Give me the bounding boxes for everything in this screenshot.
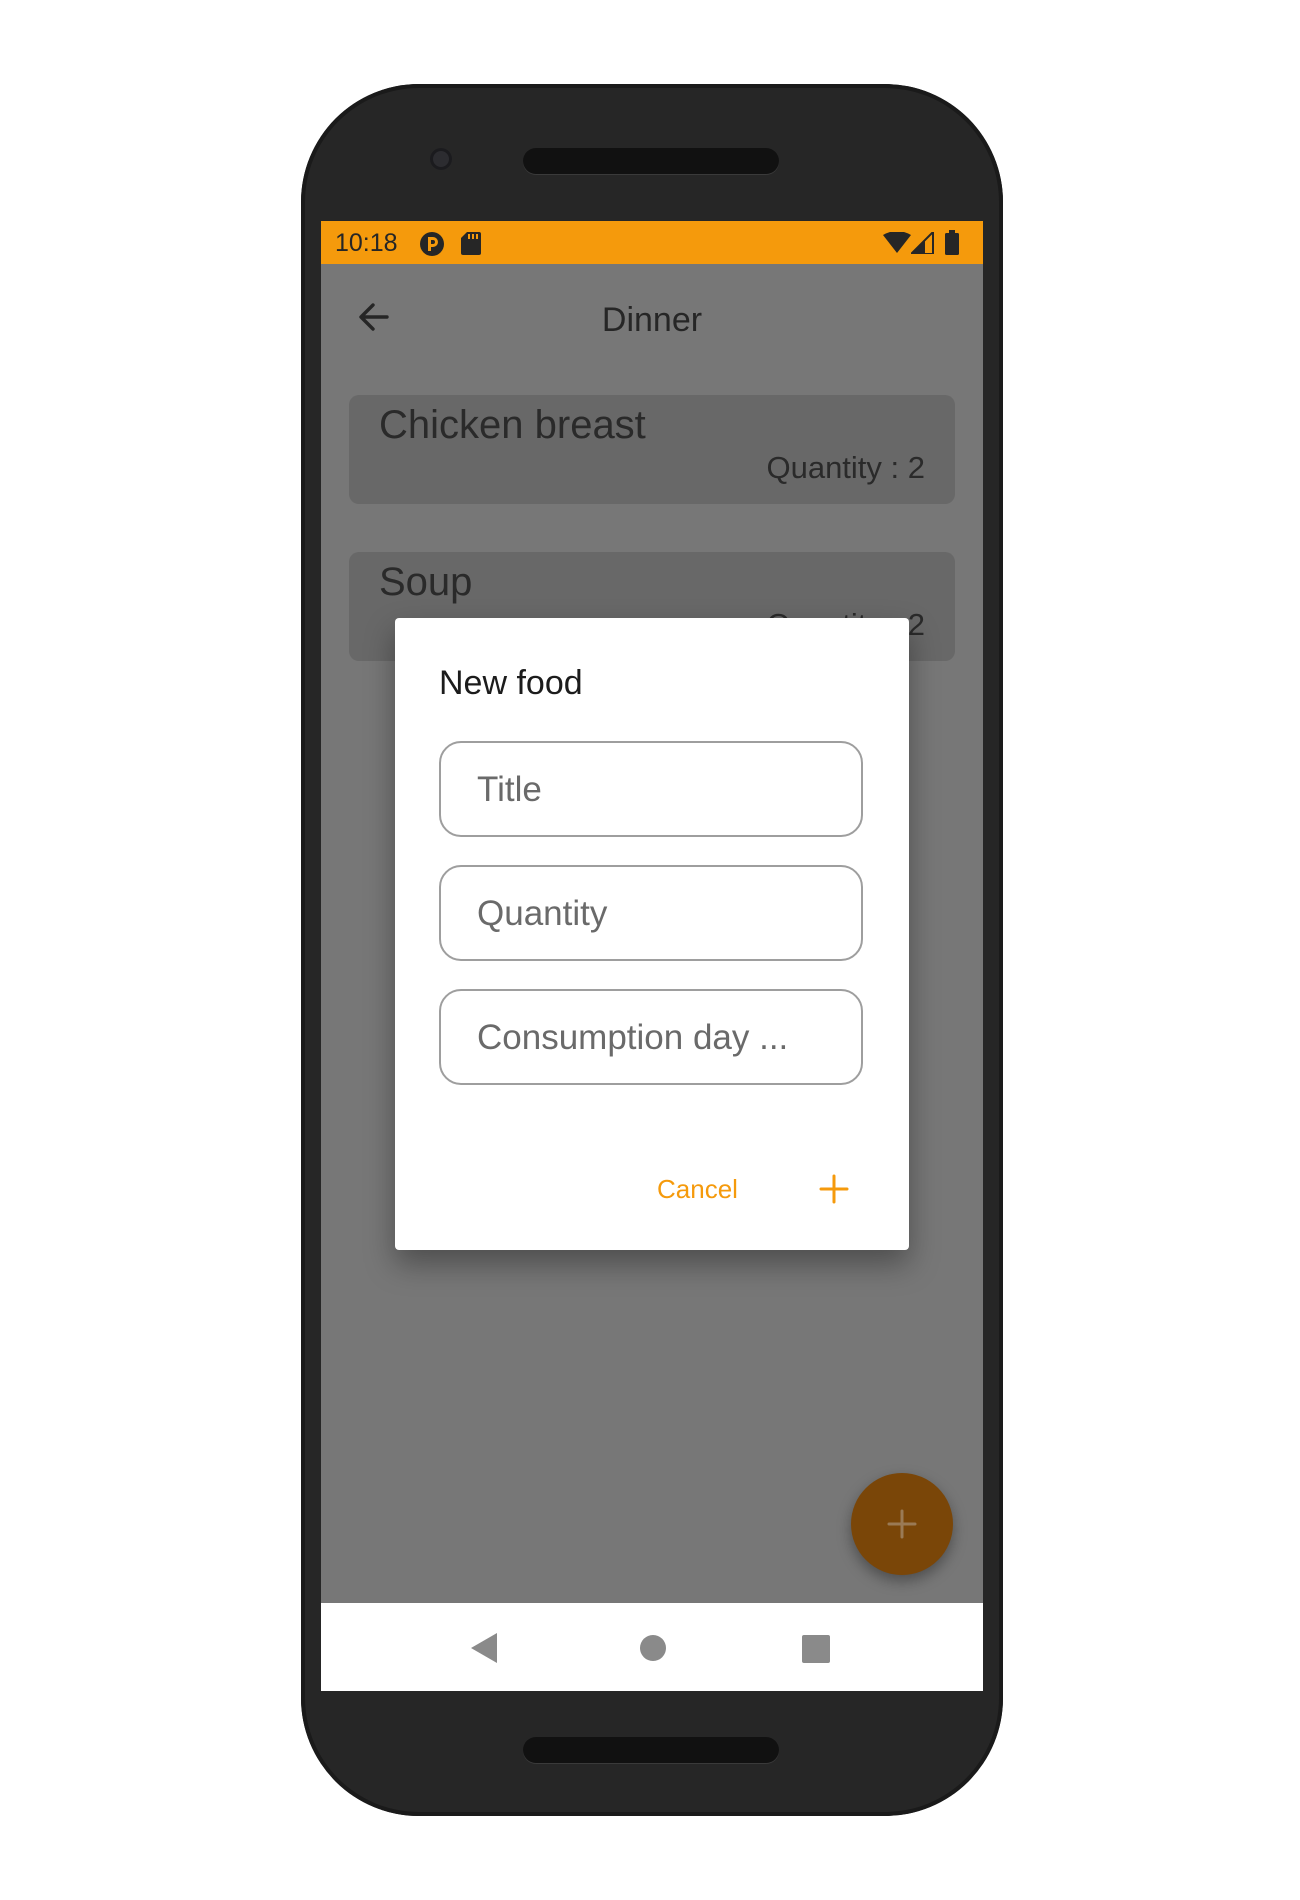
quantity-field[interactable] [439, 865, 863, 961]
earpiece-speaker [523, 148, 779, 174]
title-field[interactable] [439, 741, 863, 837]
quantity-input[interactable] [475, 867, 839, 961]
food-card-chicken-breast[interactable]: Chicken breast Quantity : 2 [349, 395, 955, 504]
back-triangle-icon[interactable] [471, 1633, 497, 1663]
sd-card-icon [461, 232, 481, 255]
recents-square-icon[interactable] [802, 1635, 830, 1663]
consumption-day-input[interactable] [475, 991, 839, 1085]
add-food-fab[interactable] [851, 1473, 953, 1575]
home-circle-icon[interactable] [639, 1634, 667, 1662]
cancel-button[interactable]: Cancel [657, 1174, 738, 1205]
food-quantity: Quantity : 2 [766, 450, 925, 485]
new-food-dialog: New food Cancel [395, 618, 909, 1250]
front-camera [430, 148, 452, 170]
app-notification-icon [420, 232, 444, 256]
dialog-title: New food [439, 664, 583, 702]
battery-icon [945, 230, 959, 255]
app-bar: Dinner [321, 264, 983, 364]
page-title: Dinner [601, 301, 703, 339]
plus-icon[interactable] [819, 1174, 849, 1204]
title-input[interactable] [475, 743, 839, 837]
food-name: Chicken breast [379, 403, 646, 447]
bottom-speaker [523, 1737, 779, 1763]
consumption-day-field[interactable] [439, 989, 863, 1085]
status-time: 10:18 [335, 229, 398, 257]
plus-icon [887, 1509, 917, 1539]
status-bar: 10:18 [321, 221, 983, 264]
system-nav-bar [321, 1603, 983, 1691]
wifi-icon [883, 232, 911, 253]
food-name: Soup [379, 560, 473, 604]
cell-signal-icon [911, 232, 934, 254]
